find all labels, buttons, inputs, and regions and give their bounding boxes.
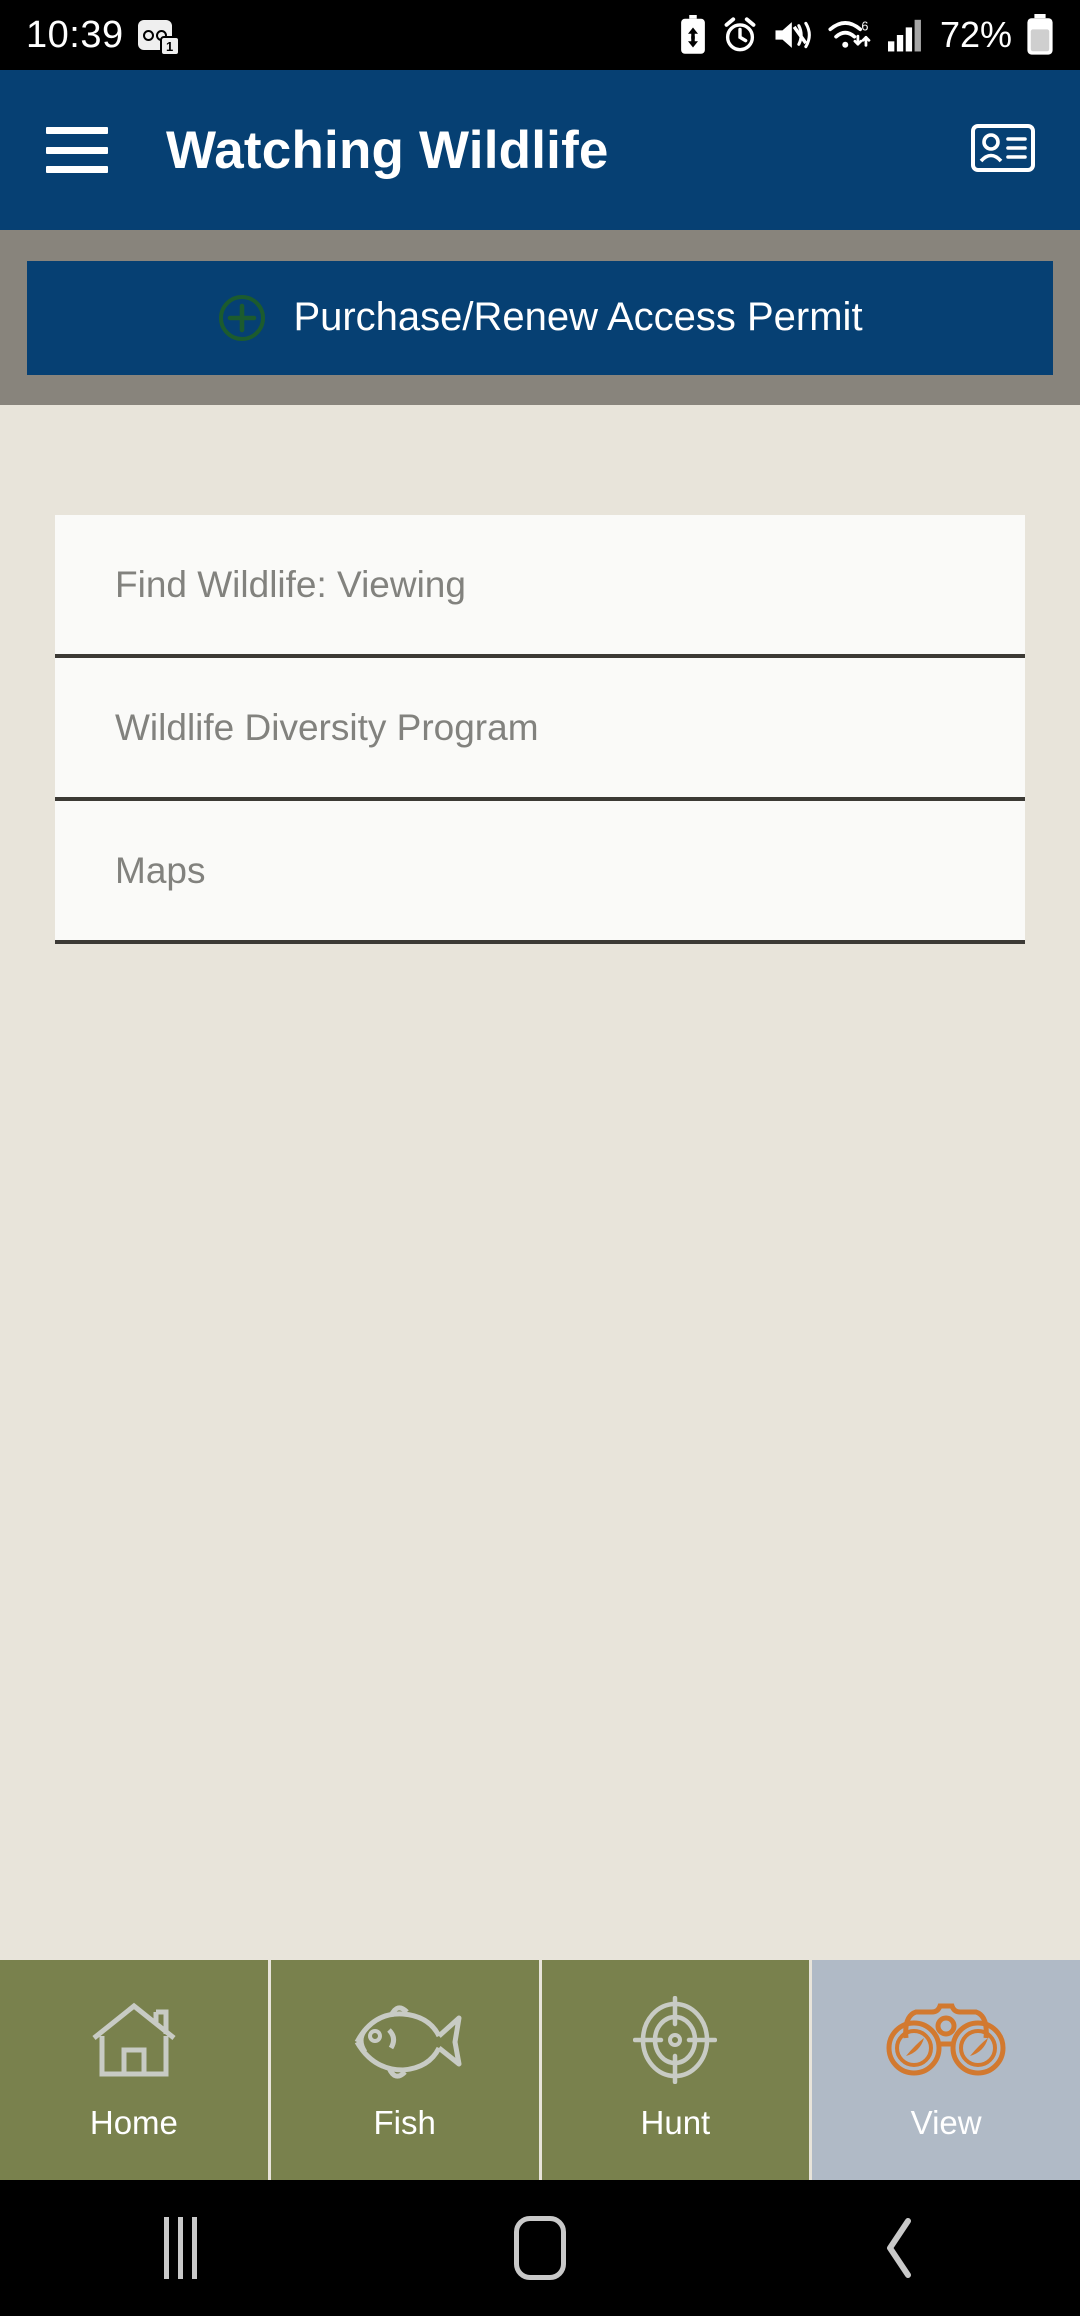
tab-hunt[interactable]: Hunt [541, 1960, 813, 2180]
battery-icon [1027, 14, 1053, 55]
tab-label: Fish [373, 2104, 436, 2141]
list-item-label: Maps [115, 849, 206, 891]
page-title: Watching Wildlife [166, 120, 609, 180]
battery-saver-icon [681, 15, 705, 54]
list-item-label: Find Wildlife: Viewing [115, 563, 466, 605]
list-item[interactable]: Wildlife Diversity Program [55, 658, 1025, 801]
crosshair-target-icon [633, 1996, 718, 2084]
menu-list: Find Wildlife: Viewing Wildlife Diversit… [55, 515, 1025, 944]
permit-button-label: Purchase/Renew Access Permit [293, 295, 863, 339]
main-content: Find Wildlife: Viewing Wildlife Diversit… [0, 405, 1080, 1960]
house-icon [88, 1998, 180, 2082]
vibrate-mute-icon [775, 21, 811, 49]
svg-text:6: 6 [861, 19, 868, 33]
status-bar-left: 10:39 1 [26, 14, 180, 56]
wifi-6-icon: 6 [828, 19, 871, 48]
battery-percent-label: 72% [939, 14, 1012, 55]
back-chevron-icon[interactable] [840, 2198, 960, 2298]
cellular-signal-icon [887, 19, 921, 52]
tab-home[interactable]: Home [0, 1960, 271, 2180]
purchase-renew-access-permit-button[interactable]: Purchase/Renew Access Permit [27, 260, 1053, 375]
tab-label: Hunt [640, 2104, 711, 2141]
status-bar: 10:39 1 6 72% [0, 0, 1080, 70]
alarm-clock-icon [724, 17, 756, 52]
app-bar: Watching Wildlife [0, 70, 1080, 230]
tab-label: Home [89, 2104, 178, 2141]
phone-screen: 10:39 1 6 72% Watching Wildlife Purchase… [0, 0, 1080, 2316]
list-item-label: Wildlife Diversity Program [115, 706, 539, 748]
permit-band: Purchase/Renew Access Permit [0, 230, 1080, 405]
list-item[interactable]: Find Wildlife: Viewing [55, 515, 1025, 658]
list-item[interactable]: Maps [55, 801, 1025, 944]
tab-fish[interactable]: Fish [270, 1960, 542, 2180]
android-nav-bar [0, 2180, 1080, 2316]
id-card-icon[interactable] [970, 120, 1036, 181]
tab-view[interactable]: View [812, 1960, 1080, 2180]
tab-label: View [910, 2104, 982, 2141]
hamburger-menu-icon[interactable] [46, 127, 108, 173]
bottom-tab-bar: Home Fish Hunt View [0, 1960, 1080, 2180]
fish-icon [345, 1998, 465, 2082]
binoculars-icon [884, 1998, 1008, 2082]
notification-badge-count: 1 [159, 36, 180, 56]
home-pill-icon[interactable] [480, 2198, 600, 2298]
status-clock: 10:39 [26, 14, 124, 56]
message-notification-icon: 1 [137, 20, 180, 56]
recents-icon[interactable] [120, 2198, 240, 2298]
plus-circle-icon [219, 294, 266, 341]
status-bar-right: 6 72% [678, 14, 1054, 56]
